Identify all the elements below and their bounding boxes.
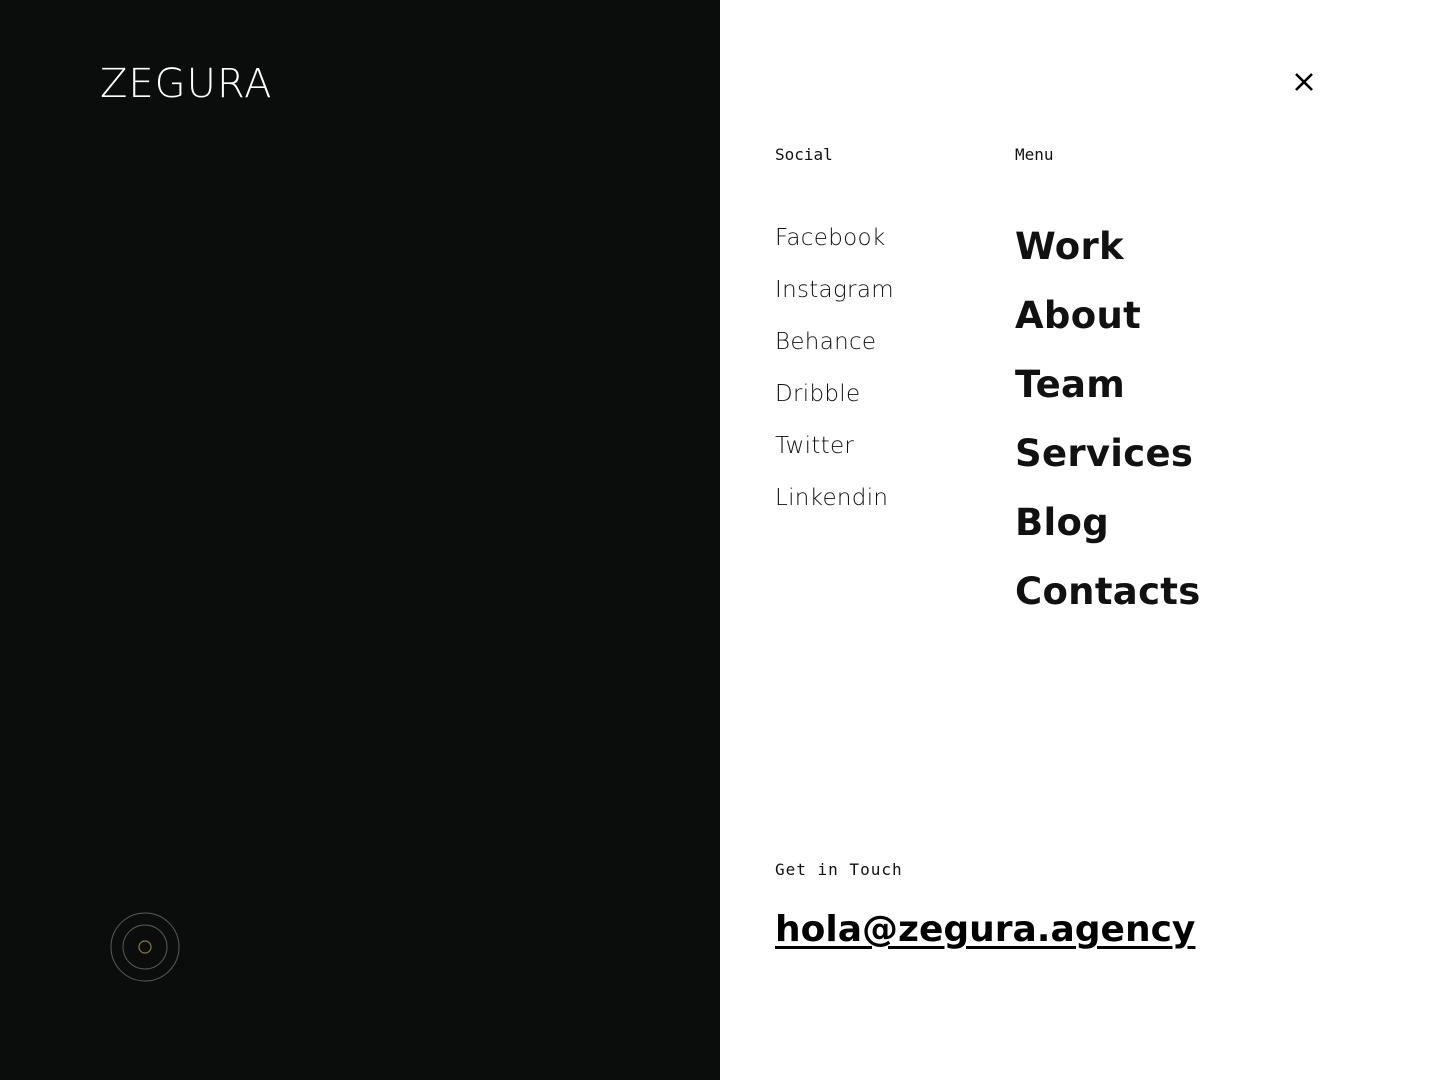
social-link-facebook[interactable]: Facebook (775, 212, 894, 264)
left-panel: ZEGURA (0, 0, 720, 1080)
menu-heading: Menu (1015, 145, 1054, 164)
social-heading: Social (775, 145, 833, 164)
menu-item-work[interactable]: Work (1015, 212, 1201, 281)
social-link-dribble[interactable]: Dribble (775, 368, 894, 420)
social-link-twitter[interactable]: Twitter (775, 420, 894, 472)
close-icon[interactable] (1292, 70, 1316, 94)
social-link-behance[interactable]: Behance (775, 316, 894, 368)
menu-item-about[interactable]: About (1015, 281, 1201, 350)
menu-item-contacts[interactable]: Contacts (1015, 557, 1201, 626)
social-link-instagram[interactable]: Instagram (775, 264, 894, 316)
email-link[interactable]: hola@zegura.agency (775, 902, 1195, 958)
contact-heading: Get in Touch (775, 860, 903, 879)
menu-item-services[interactable]: Services (1015, 419, 1201, 488)
menu-item-blog[interactable]: Blog (1015, 488, 1201, 557)
social-link-linkedin[interactable]: Linkendin (775, 472, 894, 524)
logo[interactable]: ZEGURA (100, 60, 272, 108)
menu-item-team[interactable]: Team (1015, 350, 1201, 419)
social-list: Facebook Instagram Behance Dribble Twitt… (775, 212, 894, 524)
scroll-indicator-icon[interactable] (110, 912, 180, 982)
main-menu: Work About Team Services Blog Contacts (1015, 212, 1201, 626)
menu-panel: Social Menu Facebook Instagram Behance D… (720, 0, 1440, 1080)
